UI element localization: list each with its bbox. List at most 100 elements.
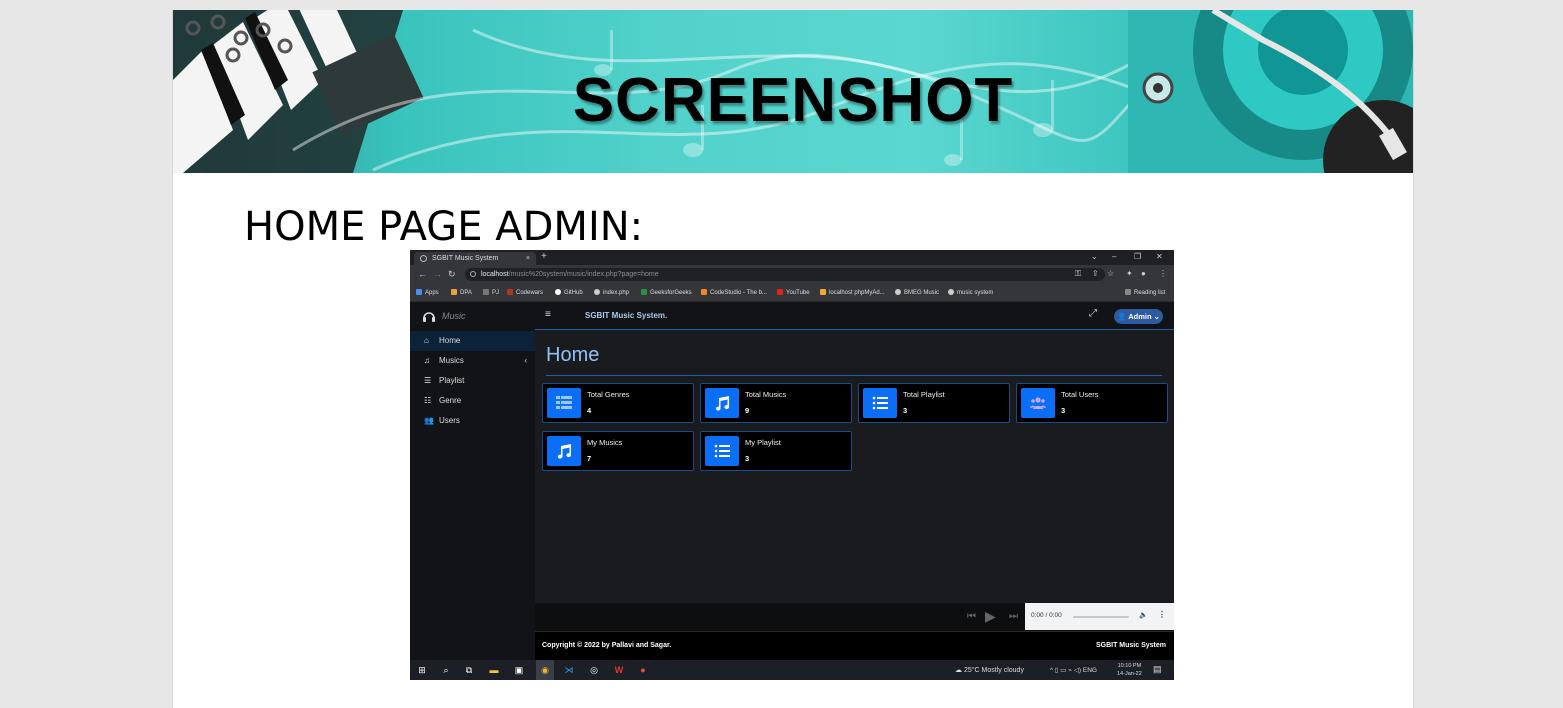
reading-list[interactable]: Reading list (1125, 289, 1165, 296)
search-icon[interactable]: ⌕ (440, 664, 452, 676)
star-icon[interactable]: ☆ (1107, 269, 1114, 278)
minimize-button[interactable]: – (1112, 252, 1116, 261)
sidebar-item-label: Musics (439, 356, 464, 365)
file-explorer-icon[interactable]: ▬ (488, 664, 500, 676)
fullscreen-icon[interactable]: ⤢ (1089, 308, 1097, 319)
sidebar: Music ⌂ Home ♫ Musics ‹ ☰ Playlist ☷ Gen… (410, 302, 535, 660)
bookmark-phpmyadmin[interactable]: localhost phpMyAd... (820, 289, 885, 296)
bookmark-youtube[interactable]: YouTube (777, 289, 810, 296)
card-value: 3 (1061, 406, 1066, 415)
previous-track-icon[interactable]: ⏮ (967, 611, 976, 622)
bookmark-index[interactable]: index.php (594, 289, 629, 296)
back-arrow-icon[interactable]: ← (418, 269, 427, 279)
music-note-icon (705, 388, 739, 418)
home-icon: ⌂ (424, 336, 429, 345)
key-icon[interactable]: ⚿ (1075, 269, 1081, 279)
sidebar-item-genre[interactable]: ☷ Genre (410, 391, 535, 411)
card-value: 3 (903, 406, 908, 415)
embedded-screenshot: SGBIT Music System × + ⌄ – ❐ ✕ ← → ↻ loc… (410, 250, 1174, 680)
users-icon (1021, 388, 1055, 418)
new-tab-button[interactable]: + (541, 251, 547, 262)
obs-icon[interactable]: ◎ (588, 664, 600, 676)
store-icon[interactable]: ▣ (513, 664, 525, 676)
card-total-users[interactable]: Total Users 3 (1016, 383, 1168, 423)
kebab-menu-icon[interactable]: ⋮ (1159, 269, 1167, 278)
list-icon: ☰ (424, 376, 432, 385)
weather-widget[interactable]: ☁ 25°C Mostly cloudy (955, 666, 1024, 674)
tab-search-icon[interactable]: ⌄ (1091, 252, 1098, 261)
extensions-icon[interactable]: ✦ (1126, 269, 1133, 278)
sidebar-item-musics[interactable]: ♫ Musics ‹ (410, 351, 535, 371)
clock[interactable]: 10:10 PM 14-Jan-22 (1117, 662, 1142, 678)
chrome-icon[interactable]: ◉ (539, 664, 551, 676)
volume-icon[interactable]: 🔈 (1139, 611, 1148, 619)
globe-icon (420, 255, 427, 262)
wps-icon[interactable]: W (613, 664, 625, 676)
forward-arrow-icon[interactable]: → (433, 269, 442, 279)
card-title: Total Playlist (903, 390, 945, 399)
card-my-musics[interactable]: My Musics 7 (542, 431, 694, 471)
bookmark-geeksforgeeks[interactable]: GeeksforGeeks (641, 289, 692, 296)
bookmark-bmeg-music[interactable]: BMEG Music (895, 289, 939, 296)
bookmark-dpa[interactable]: DPA (451, 289, 472, 296)
browser-tab-bar: SGBIT Music System × + ⌄ – ❐ ✕ (410, 250, 1174, 265)
cloud-icon: ☁ (955, 667, 962, 674)
tab-close-icon[interactable]: × (526, 252, 530, 265)
sidebar-item-users[interactable]: 👥 Users (410, 411, 535, 431)
list-icon (705, 436, 739, 466)
play-icon[interactable]: ▶ (985, 608, 996, 625)
card-total-playlist[interactable]: Total Playlist 3 (858, 383, 1010, 423)
bookmark-codewars[interactable]: Codewars (507, 289, 543, 296)
music-player: ⏮ ▶ ⏭ 0:00 / 0:00 🔈 ⋮ (535, 603, 1174, 631)
windows-taskbar: ⊞ ⌕ ⧉ ▬ ▣ ◉ ⋊ ◎ W ● ☁ 25°C Mostly cloudy… (410, 660, 1174, 680)
reload-icon[interactable]: ↻ (448, 269, 456, 280)
card-total-genres[interactable]: Total Genres 4 (542, 383, 694, 423)
bookmark-pj[interactable]: PJ (483, 289, 499, 296)
admin-dropdown-button[interactable]: 👤 Admin ⌄ (1114, 309, 1163, 324)
audio-element[interactable]: 0:00 / 0:00 🔈 ⋮ (1025, 603, 1174, 630)
list-bullets-icon: ☷ (424, 396, 432, 405)
card-total-musics[interactable]: Total Musics 9 (700, 383, 852, 423)
sidebar-item-label: Genre (439, 396, 462, 405)
system-tray[interactable]: ^ ▯ ▭ ⌁ ◁) ENG (1050, 666, 1097, 674)
vscode-icon[interactable]: ⋊ (563, 664, 575, 676)
url-host: localhost (481, 271, 509, 278)
bookmark-github[interactable]: GitHub (555, 289, 583, 296)
divider (546, 375, 1162, 376)
clock-time: 10:10 PM (1117, 663, 1142, 669)
users-icon: 👥 (424, 416, 434, 425)
more-options-icon[interactable]: ⋮ (1158, 610, 1166, 619)
audio-time: 0:00 / 0:00 (1031, 612, 1062, 619)
slide-heading: HOME PAGE ADMIN: (244, 204, 644, 250)
audio-progress-bar[interactable] (1073, 616, 1129, 618)
restore-button[interactable]: ❐ (1134, 252, 1141, 261)
url-path: /music%20system/music/index.php?page=hom… (508, 271, 659, 278)
notification-icon[interactable]: ▤ (1153, 664, 1162, 675)
powerpoint-icon[interactable]: ● (637, 664, 649, 676)
url-input[interactable]: localhost/music%20system/music/index.php… (465, 268, 1105, 281)
bookmark-music-system[interactable]: music system (948, 289, 993, 296)
footer-system-name: SGBIT Music System (1095, 642, 1166, 649)
card-my-playlist[interactable]: My Playlist 3 (700, 431, 852, 471)
card-value: 9 (745, 406, 750, 415)
music-banner: SCREENSHOT (173, 10, 1413, 173)
top-navbar: ≡ SGBIT Music System. ⤢ 👤 Admin ⌄ (535, 302, 1174, 330)
profile-icon[interactable]: ● (1141, 269, 1146, 278)
share-icon[interactable]: ⇪ (1092, 269, 1099, 278)
hamburger-menu-icon[interactable]: ≡ (545, 309, 551, 320)
card-title: My Playlist (745, 438, 781, 447)
browser-tab[interactable]: SGBIT Music System × (414, 252, 536, 265)
footer-copyright: Copyright © 2022 by Pallavi and Sagar. (542, 642, 672, 649)
bookmark-apps[interactable]: Apps (416, 289, 439, 296)
page-title: Home (546, 344, 600, 366)
windows-start-icon[interactable]: ⊞ (416, 664, 428, 676)
close-window-button[interactable]: ✕ (1156, 252, 1163, 261)
sidebar-item-playlist[interactable]: ☰ Playlist (410, 371, 535, 391)
sidebar-item-home[interactable]: ⌂ Home (410, 331, 535, 351)
info-icon (470, 271, 476, 277)
next-track-icon[interactable]: ⏭ (1009, 611, 1018, 622)
card-value: 7 (587, 454, 592, 463)
card-value: 3 (745, 454, 750, 463)
bookmark-codestudio[interactable]: CodeStudio - The b... (701, 289, 767, 296)
task-view-icon[interactable]: ⧉ (463, 664, 475, 676)
